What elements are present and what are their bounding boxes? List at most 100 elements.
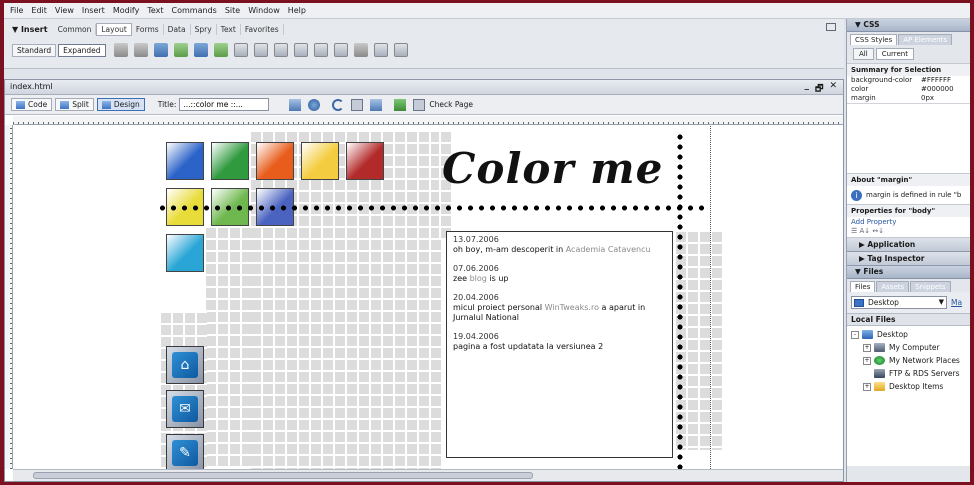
split-view-button[interactable]: Split [55,98,94,111]
menu-commands[interactable]: Commands [168,6,221,15]
insert-panel-title[interactable]: ▼ Insert [12,25,48,34]
column-right-icon[interactable] [313,43,328,57]
current-button[interactable]: Current [875,48,914,60]
menu-site[interactable]: Site [221,6,244,15]
tab-snippets[interactable]: Snippets [910,281,951,292]
menu-text[interactable]: Text [143,6,167,15]
tab-ap-elements[interactable]: AP Elements [898,34,953,45]
tab-spry[interactable]: Spry [191,23,217,35]
spry-menu-icon[interactable] [173,43,188,57]
layout-table-icon[interactable] [393,43,408,57]
add-property-link[interactable]: Add Property [847,217,970,227]
tab-data[interactable]: Data [164,23,191,35]
file-management-icon[interactable] [289,98,302,111]
horizontal-scrollbar[interactable] [13,469,843,481]
color-swatch-orange[interactable] [256,142,294,180]
vertical-ruler [5,125,13,469]
news-link[interactable]: blog [470,274,487,283]
tab-files[interactable]: Files [850,281,876,292]
property-row[interactable]: color #000000 [847,85,970,94]
design-view-button[interactable]: Design [96,98,145,111]
expand-icon[interactable]: + [863,382,871,391]
iframe-icon[interactable] [333,43,348,57]
application-panel[interactable]: ▶ Application [847,238,970,252]
site-select[interactable]: Desktop ▼ [851,296,947,309]
menu-edit[interactable]: Edit [27,6,51,15]
property-value: #000000 [921,85,954,93]
css-panel-header[interactable]: ▼ CSS [847,19,970,32]
code-view-button[interactable]: Code [11,98,53,111]
property-row[interactable]: margin 0px [847,94,970,103]
row-above-icon[interactable] [253,43,268,57]
table-view-icon[interactable] [233,43,248,57]
expanded-mode-button[interactable]: Expanded [58,43,106,57]
close-icon[interactable]: ✕ [829,81,837,97]
draw-ap-div-icon[interactable] [153,43,168,57]
title-input[interactable] [179,98,270,111]
refresh-icon[interactable] [332,98,345,111]
tree-item-network[interactable]: + My Network Places [847,354,970,367]
tree-item-my-computer[interactable]: + My Computer [847,341,970,354]
spry-tabbed-icon[interactable] [193,43,208,57]
color-swatch-red[interactable] [346,142,384,180]
tree-label: Desktop Items [889,382,944,391]
tag-inspector-panel[interactable]: ▶ Tag Inspector [847,252,970,266]
scrollbar-thumb[interactable] [33,472,533,479]
desktop-icon [854,299,864,307]
design-canvas[interactable]: Color me ⌂ ✉ ✎ 13.07.2006 oh boy, m-am d… [14,126,843,469]
code-view-icon [16,100,25,109]
row-below-icon[interactable] [273,43,288,57]
tree-item-desktop[interactable]: - Desktop [847,328,970,341]
expand-icon[interactable]: + [863,356,871,365]
panel-options-icon[interactable] [826,23,836,31]
preview-browser-icon[interactable] [308,98,321,111]
menu-help[interactable]: Help [284,6,310,15]
tree-item-desktop-items[interactable]: + Desktop Items [847,380,970,393]
expand-icon[interactable]: + [863,343,871,352]
color-swatch-cyan[interactable] [166,234,204,272]
frames-icon[interactable] [353,43,368,57]
collapse-icon[interactable]: - [851,330,859,339]
column-left-icon[interactable] [293,43,308,57]
tab-css-styles[interactable]: CSS Styles [850,34,898,45]
mail-tile[interactable]: ✉ [166,390,204,428]
validate-markup-icon[interactable] [394,98,407,111]
insert-div-icon[interactable] [133,43,148,57]
color-swatch-yellow[interactable] [301,142,339,180]
tab-forms[interactable]: Forms [132,23,164,35]
tree-item-ftp[interactable]: FTP & RDS Servers [847,367,970,380]
menu-insert[interactable]: Insert [78,6,109,15]
tab-favorites[interactable]: Favorites [241,23,284,35]
standard-mode-button[interactable]: Standard [12,43,57,57]
news-body: oh boy, m-am descoperit in [453,245,564,254]
tab-text[interactable]: Text [217,23,241,35]
menu-modify[interactable]: Modify [109,6,144,15]
menu-view[interactable]: View [51,6,78,15]
spry-accordion-icon[interactable] [213,43,228,57]
tab-layout[interactable]: Layout [96,22,132,36]
restore-icon[interactable]: 🗗 [815,81,823,97]
layout-mode-icon[interactable] [373,43,388,57]
check-page-button[interactable]: Check Page [429,100,473,109]
news-link[interactable]: WinTweaks.ro [545,303,599,312]
table-icon[interactable] [113,43,128,57]
check-page-icon[interactable] [413,98,426,111]
all-button[interactable]: All [853,48,874,60]
tab-assets[interactable]: Assets [876,281,910,292]
color-swatch-blue[interactable] [166,142,204,180]
files-panel-header[interactable]: ▼ Files [847,266,970,279]
menu-file[interactable]: File [6,6,27,15]
property-row[interactable]: background-color #FFFFFF [847,76,970,85]
home-tile[interactable]: ⌂ [166,346,204,384]
view-options-icon[interactable] [351,98,364,111]
visual-aids-icon[interactable] [370,98,383,111]
edit-tile[interactable]: ✎ [166,434,204,469]
minimize-icon[interactable]: _ [805,81,810,97]
document-tab[interactable]: index.html [10,82,53,91]
property-view-icons[interactable]: ☰ A↓ ↔↓ [847,227,970,238]
map-view-link[interactable]: Ma [951,298,962,307]
color-swatch-green[interactable] [211,142,249,180]
menu-window[interactable]: Window [244,6,284,15]
tab-common[interactable]: Common [54,23,97,35]
news-link[interactable]: Academia Catavencu [566,245,651,254]
